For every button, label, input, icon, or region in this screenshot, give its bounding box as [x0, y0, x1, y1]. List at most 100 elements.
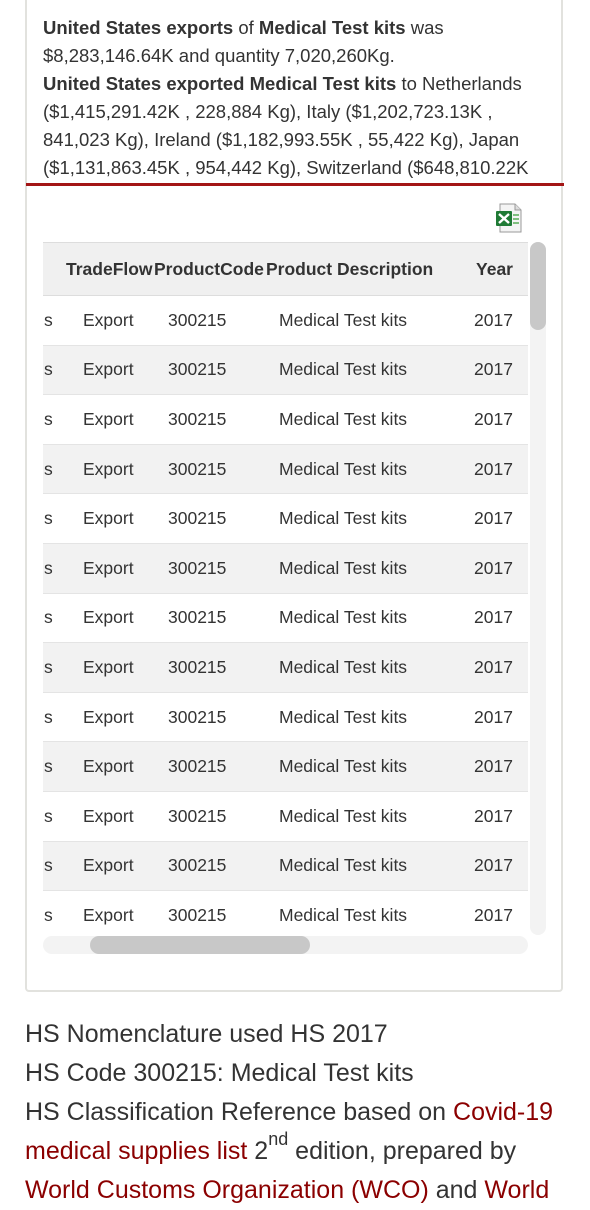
- table-row[interactable]: s Export 300215 Medical Test kits 2017: [43, 841, 528, 892]
- cell-year: 2017: [474, 458, 513, 479]
- excel-icon[interactable]: [495, 203, 523, 233]
- red-divider: [26, 183, 564, 186]
- export-summary: United States exports of Medical Test ki…: [43, 14, 558, 182]
- cell-tradeflow: Export: [83, 309, 134, 330]
- covid-list-link[interactable]: Covid-19: [453, 1098, 553, 1126]
- cell-product-description: Medical Test kits: [279, 458, 408, 479]
- table-header: TradeFlow ProductCode Product Descriptio…: [43, 242, 528, 296]
- cell-partial: s: [44, 805, 53, 826]
- cell-partial: s: [44, 408, 53, 429]
- header-year[interactable]: Year: [476, 243, 513, 295]
- cell-productcode: 300215: [168, 508, 227, 529]
- cell-tradeflow: Export: [83, 656, 134, 677]
- cell-year: 2017: [474, 805, 513, 826]
- cell-tradeflow: Export: [83, 756, 134, 777]
- summary-bold: Medical Test kits: [258, 17, 406, 38]
- cell-year: 2017: [474, 756, 513, 777]
- hs-reference: HS Classification Reference based on Cov…: [25, 1093, 590, 1132]
- cell-partial: s: [44, 756, 53, 777]
- reference-text: HS Classification Reference based on: [25, 1098, 454, 1126]
- cell-productcode: 300215: [168, 359, 227, 380]
- cell-product-description: Medical Test kits: [279, 656, 408, 677]
- horizontal-scroll-thumb[interactable]: [90, 936, 310, 954]
- cell-product-description: Medical Test kits: [279, 408, 408, 429]
- table-row[interactable]: s Export 300215 Medical Test kits 2017: [43, 444, 528, 495]
- cell-productcode: 300215: [168, 557, 227, 578]
- cell-tradeflow: Export: [83, 408, 134, 429]
- cell-year: 2017: [474, 309, 513, 330]
- hs-notes: HS Nomenclature used HS 2017 HS Code 300…: [25, 1015, 590, 1210]
- cell-year: 2017: [474, 656, 513, 677]
- table-row[interactable]: s Export 300215 Medical Test kits 2017: [43, 345, 528, 396]
- table-row[interactable]: s Export 300215 Medical Test kits 2017: [43, 643, 528, 693]
- exports-table: TradeFlow ProductCode Product Descriptio…: [43, 242, 528, 932]
- cell-productcode: 300215: [168, 706, 227, 727]
- edition-text: 2: [247, 1137, 269, 1165]
- table-body: s Export 300215 Medical Test kits 2017 s Expor…: [43, 296, 528, 932]
- cell-tradeflow: Export: [83, 359, 134, 380]
- table-row[interactable]: s Export 300215 Medical Test kits 2017: [43, 792, 528, 842]
- vertical-scrollbar[interactable]: [530, 242, 546, 935]
- cell-product-description: Medical Test kits: [279, 359, 408, 380]
- covid-list-link-cont[interactable]: medical supplies list: [25, 1137, 247, 1165]
- cell-partial: s: [44, 557, 53, 578]
- cell-tradeflow: Export: [83, 706, 134, 727]
- hs-reference-orgs: World Customs Organization (WCO) and Wor…: [25, 1171, 590, 1210]
- cell-productcode: 300215: [168, 756, 227, 777]
- hs-code: HS Code 300215: Medical Test kits: [25, 1059, 414, 1087]
- cell-productcode: 300215: [168, 607, 227, 628]
- cell-year: 2017: [474, 408, 513, 429]
- header-productcode[interactable]: ProductCode: [154, 243, 264, 295]
- table-row[interactable]: s Export 300215 Medical Test kits 2017: [43, 693, 528, 743]
- cell-productcode: 300215: [168, 904, 227, 925]
- table-row[interactable]: s Export 300215 Medical Test kits 2017: [43, 594, 528, 644]
- table-row[interactable]: s Export 300215 Medical Test kits 2017: [43, 296, 528, 346]
- table-row[interactable]: s Export 300215 Medical Test kits 2017: [43, 395, 528, 445]
- cell-year: 2017: [474, 508, 513, 529]
- table-row[interactable]: s Export 300215 Medical Test kits 2017: [43, 543, 528, 594]
- cell-year: 2017: [474, 359, 513, 380]
- table-row[interactable]: s Export 300215 Medical Test kits 2017: [43, 891, 528, 932]
- cell-tradeflow: Export: [83, 855, 134, 876]
- summary-bold: United States exports: [43, 17, 234, 38]
- cell-product-description: Medical Test kits: [279, 508, 408, 529]
- hs-nomenclature: HS Nomenclature used HS 2017: [25, 1020, 388, 1048]
- table-row[interactable]: s Export 300215 Medical Test kits 2017: [43, 742, 528, 792]
- cell-year: 2017: [474, 607, 513, 628]
- cell-partial: s: [44, 458, 53, 479]
- header-product-description[interactable]: Product Description: [266, 243, 433, 295]
- cell-partial: s: [44, 607, 53, 628]
- cell-product-description: Medical Test kits: [279, 557, 408, 578]
- horizontal-scrollbar[interactable]: [43, 936, 528, 954]
- cell-tradeflow: Export: [83, 458, 134, 479]
- cell-productcode: 300215: [168, 408, 227, 429]
- vertical-scroll-thumb[interactable]: [530, 242, 546, 330]
- cell-productcode: 300215: [168, 458, 227, 479]
- cell-partial: s: [44, 706, 53, 727]
- cell-product-description: Medical Test kits: [279, 904, 408, 925]
- cell-tradeflow: Export: [83, 557, 134, 578]
- cell-productcode: 300215: [168, 656, 227, 677]
- cell-partial: s: [44, 359, 53, 380]
- cell-partial: s: [44, 508, 53, 529]
- cell-year: 2017: [474, 706, 513, 727]
- summary-bold: United States exported Medical Test kits: [43, 73, 397, 94]
- header-tradeflow[interactable]: TradeFlow: [66, 243, 153, 295]
- cell-year: 2017: [474, 557, 513, 578]
- cell-tradeflow: Export: [83, 607, 134, 628]
- summary-text: of: [233, 17, 259, 38]
- cell-partial: s: [44, 904, 53, 925]
- cell-product-description: Medical Test kits: [279, 805, 408, 826]
- cell-partial: s: [44, 656, 53, 677]
- hs-reference-cont: medical supplies list 2nd edition, prepa…: [25, 1129, 590, 1171]
- edition-rest: edition, prepared by: [288, 1137, 517, 1165]
- cell-product-description: Medical Test kits: [279, 309, 408, 330]
- cell-productcode: 300215: [168, 309, 227, 330]
- cell-year: 2017: [474, 855, 513, 876]
- cell-productcode: 300215: [168, 855, 227, 876]
- cell-year: 2017: [474, 904, 513, 925]
- edition-superscript: nd: [268, 1129, 289, 1149]
- cell-productcode: 300215: [168, 805, 227, 826]
- table-row[interactable]: s Export 300215 Medical Test kits 2017: [43, 494, 528, 544]
- cell-tradeflow: Export: [83, 805, 134, 826]
